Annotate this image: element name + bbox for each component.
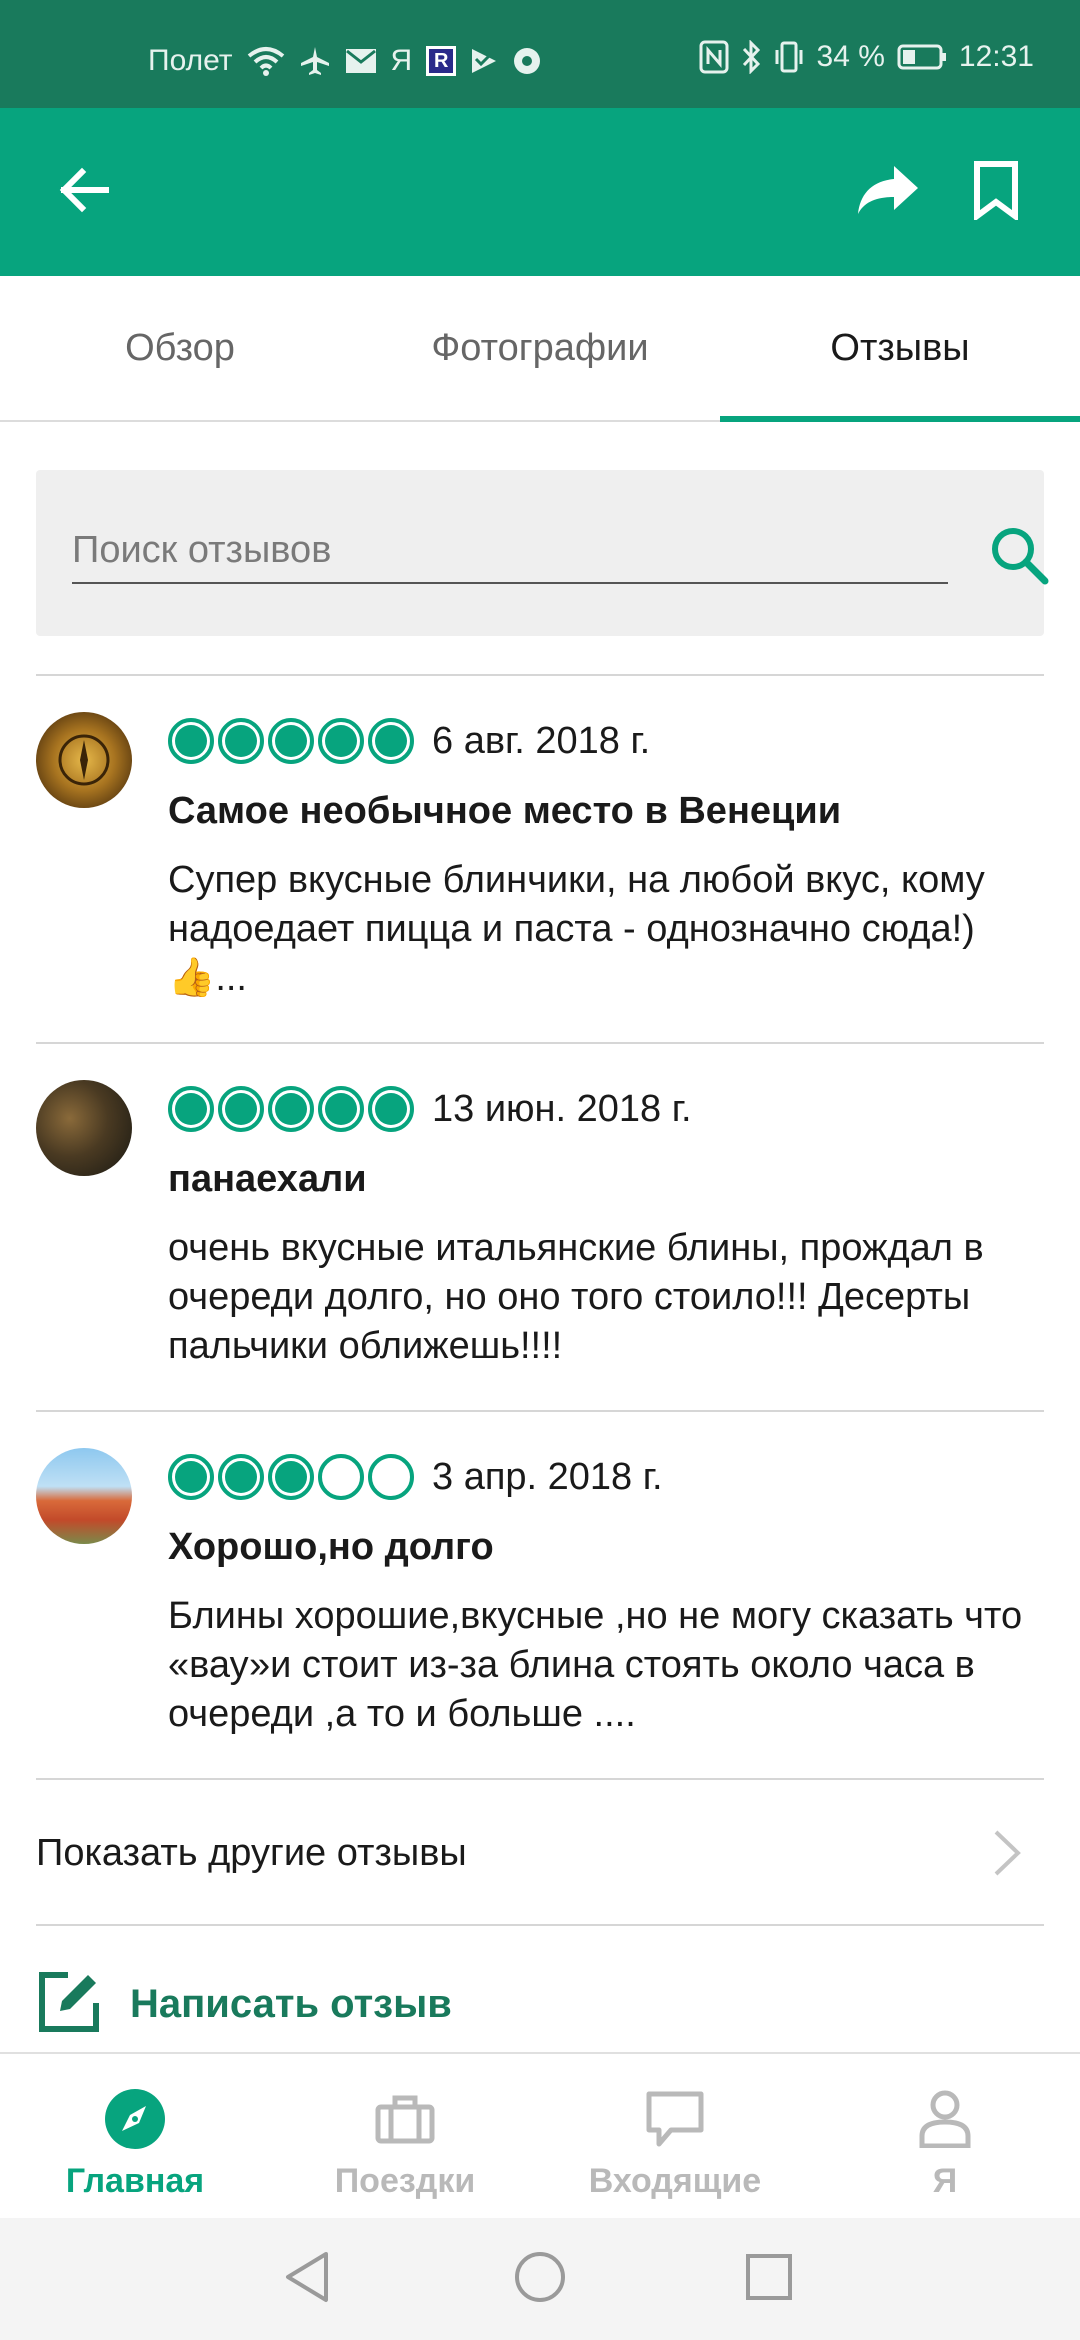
airplane-icon: [299, 45, 331, 77]
avatar: [36, 712, 132, 808]
rating-bubble-filled: [268, 1454, 314, 1500]
avatar: [36, 1448, 132, 1544]
rating-bubble-filled: [218, 718, 264, 764]
rating-bubble-empty: [368, 1454, 414, 1500]
bluetooth-icon: [741, 40, 761, 74]
review-date: 6 авг. 2018 г.: [432, 720, 651, 762]
show-more-reviews-link[interactable]: Показать другие отзывы: [0, 1780, 1080, 1926]
tab-bar: Обзор Фотографии Отзывы: [0, 276, 1080, 422]
rating-bubble-filled: [318, 1086, 364, 1132]
review-title: Хорошо,но долго: [168, 1526, 494, 1568]
share-button[interactable]: [846, 150, 930, 234]
battery-icon: [897, 43, 947, 71]
review-date: 3 апр. 2018 г.: [432, 1456, 663, 1498]
divider: [36, 1042, 1044, 1044]
system-back-button[interactable]: [272, 2244, 342, 2314]
rating-bubble-filled: [368, 1086, 414, 1132]
mail-icon: [345, 48, 377, 74]
rating-bubble-filled: [368, 718, 414, 764]
chevron-right-icon: [990, 1828, 1024, 1883]
review-text: Блины хорошие,вкусные ,но не могу сказат…: [168, 1595, 1023, 1735]
nav-item-home[interactable]: Главная: [0, 2054, 270, 2218]
write-review-label: Написать отзыв: [130, 1981, 452, 2026]
bookmark-button[interactable]: [954, 150, 1038, 234]
nav-label: Входящие: [588, 2162, 762, 2200]
bottom-navigation: Главная Поездки Входящие Я: [0, 2052, 1080, 2218]
nav-label: Главная: [65, 2162, 205, 2200]
square-recents-icon: [744, 2252, 794, 2307]
status-right: 34 % 12:31: [699, 40, 1034, 74]
review-title: Самое необычное место в Венеции: [168, 790, 842, 832]
rating-bubble-filled: [168, 718, 214, 764]
nfc-icon: [699, 40, 729, 74]
review-text: Супер вкусные блинчики, на любой вкус, к…: [168, 859, 985, 999]
system-recents-button[interactable]: [734, 2244, 804, 2314]
nav-item-trips[interactable]: Поездки: [270, 2054, 540, 2218]
rating-bubbles: [168, 718, 414, 764]
briefcase-icon: [372, 2086, 438, 2152]
tab-overview[interactable]: Обзор: [0, 276, 360, 420]
circle-home-icon: [513, 2250, 567, 2309]
review-text: очень вкусные итальянские блины, прождал…: [168, 1227, 984, 1367]
checkmark-flag-icon: [470, 47, 498, 75]
show-more-reviews-label: Показать другие отзывы: [36, 1831, 467, 1874]
carrier-label: Полет: [148, 44, 233, 77]
rating-bubble-filled: [318, 718, 364, 764]
share-icon: [856, 164, 920, 221]
rating-bubbles: [168, 1086, 414, 1132]
status-bar: Полет Я R 34 % 12:31: [0, 0, 1080, 108]
edit-icon: [36, 1969, 102, 2040]
yandex-icon: Я: [390, 44, 413, 77]
chat-icon: [642, 2086, 708, 2152]
app-bar: [0, 108, 1080, 276]
nav-label: Я: [932, 2162, 958, 2200]
back-button[interactable]: [42, 150, 126, 234]
rating-bubble-filled: [168, 1454, 214, 1500]
review-title: панаехали: [168, 1158, 367, 1200]
system-home-button[interactable]: [505, 2244, 575, 2314]
review-date: 13 июн. 2018 г.: [432, 1088, 692, 1130]
tab-reviews[interactable]: Отзывы: [720, 276, 1080, 422]
search-icon: [987, 523, 1051, 592]
search-button[interactable]: [984, 522, 1054, 592]
system-navigation-bar: [0, 2218, 1080, 2340]
r-badge-icon: R: [426, 46, 457, 76]
search-box: [36, 470, 1049, 636]
write-review-button[interactable]: Написать отзыв: [36, 1964, 452, 2044]
rating-bubble-filled: [218, 1086, 264, 1132]
nav-item-profile[interactable]: Я: [810, 2054, 1080, 2218]
arrow-left-icon: [56, 166, 112, 219]
rating-bubble-filled: [168, 1086, 214, 1132]
compass-icon: [102, 2086, 168, 2152]
bookmark-icon: [973, 160, 1019, 225]
status-left: Полет Я R: [148, 44, 542, 78]
wifi-icon: [247, 46, 285, 76]
rating-bubble-filled: [268, 718, 314, 764]
triangle-back-icon: [282, 2250, 332, 2309]
person-icon: [912, 2086, 978, 2152]
divider: [36, 1410, 1044, 1412]
divider: [36, 1924, 1044, 1926]
nav-label: Поездки: [334, 2162, 476, 2200]
rating-bubble-filled: [218, 1454, 264, 1500]
chrome-icon: [512, 46, 542, 76]
battery-percent: 34 %: [816, 40, 885, 73]
clock: 12:31: [958, 40, 1034, 73]
search-input[interactable]: [72, 524, 948, 584]
tab-photos[interactable]: Фотографии: [360, 276, 720, 420]
rating-bubble-empty: [318, 1454, 364, 1500]
avatar: [36, 1080, 132, 1176]
rating-bubble-filled: [268, 1086, 314, 1132]
nav-item-inbox[interactable]: Входящие: [540, 2054, 810, 2218]
vibrate-icon: [773, 40, 805, 74]
rating-bubbles: [168, 1454, 414, 1500]
divider: [36, 674, 1044, 676]
